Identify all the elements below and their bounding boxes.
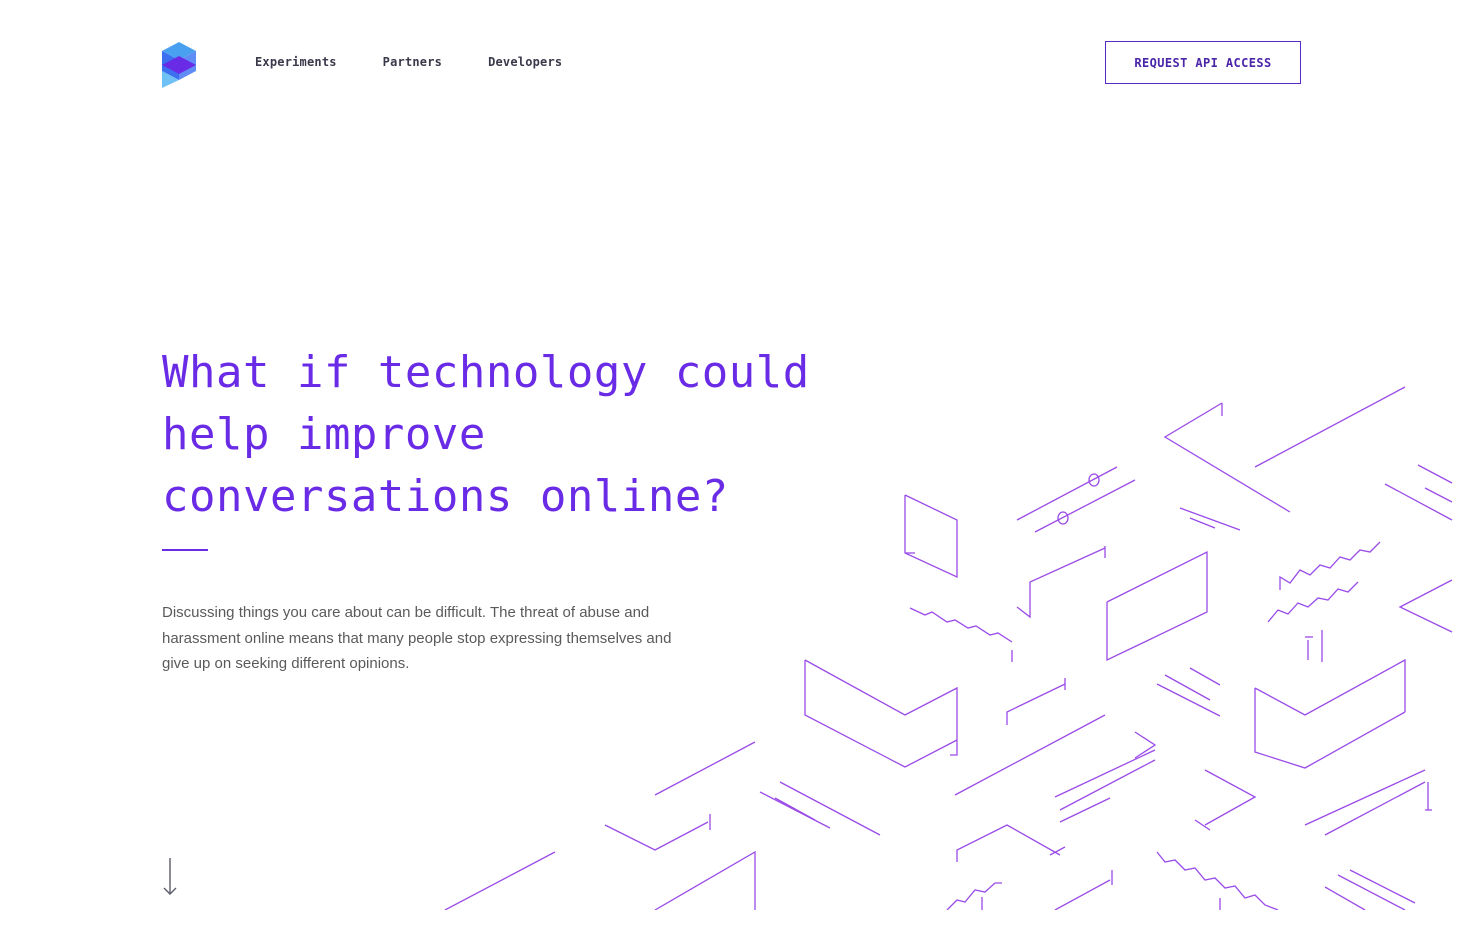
arrow-down-icon[interactable] [160, 856, 180, 898]
nav-item-developers[interactable]: Developers [488, 55, 562, 69]
isometric-line-illustration [444, 386, 1453, 910]
nav-item-partners[interactable]: Partners [383, 55, 442, 69]
request-api-access-button[interactable]: REQUEST API ACCESS [1105, 41, 1301, 84]
nav-item-experiments[interactable]: Experiments [255, 55, 337, 69]
cube-logo-icon[interactable] [160, 40, 198, 90]
headline-divider [162, 549, 208, 551]
main-nav: Experiments Partners Developers [255, 55, 562, 69]
